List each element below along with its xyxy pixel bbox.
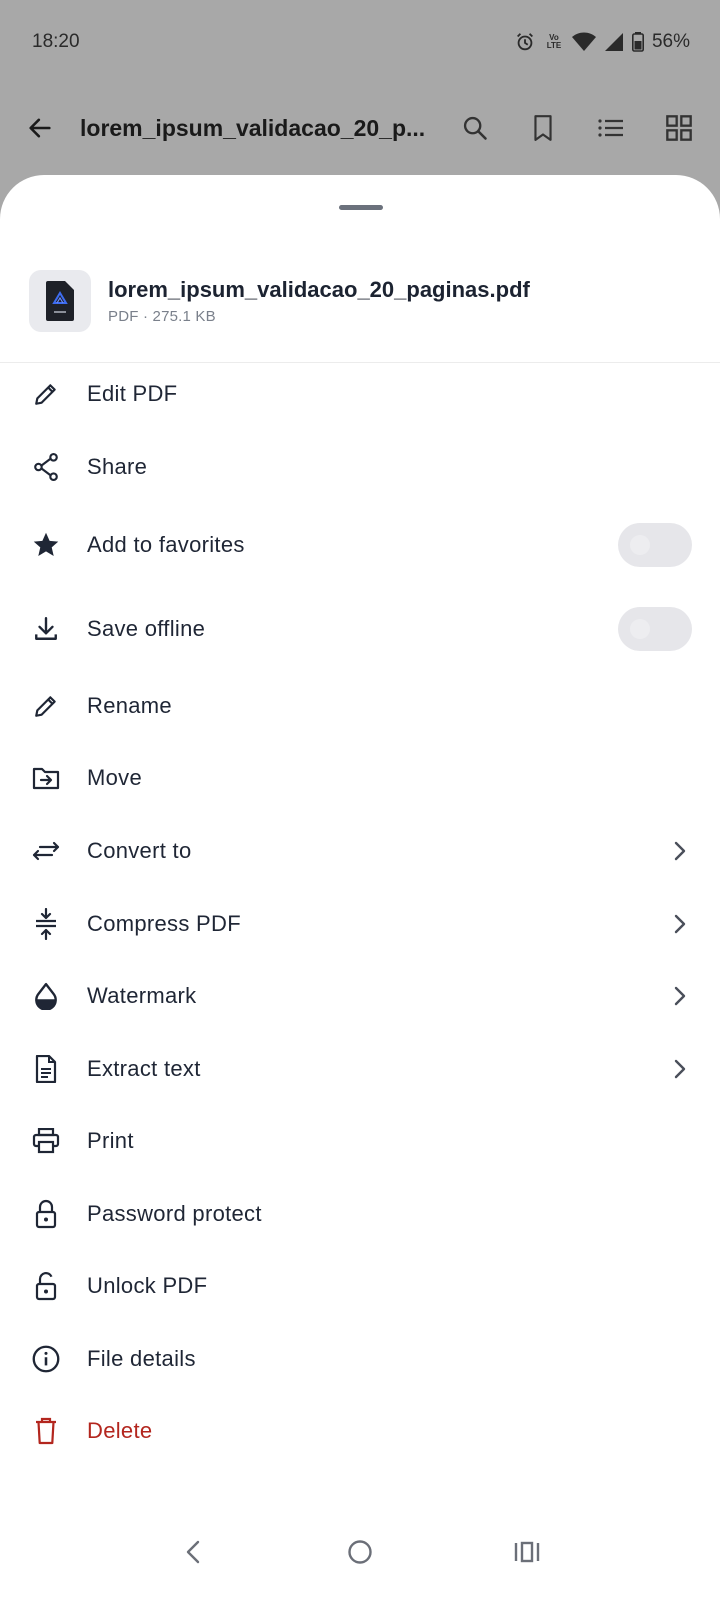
- list-icon[interactable]: [590, 107, 632, 149]
- menu-item-unlock-pdf[interactable]: Unlock PDF: [0, 1254, 720, 1318]
- star-icon: [31, 530, 61, 560]
- share-icon: [31, 452, 61, 482]
- menu-item-label: Delete: [87, 1418, 153, 1443]
- folder-move-icon: [31, 763, 61, 793]
- status-icons: Vo LTE 56%: [514, 31, 690, 53]
- toggle-knob: [630, 619, 650, 639]
- menu-item-rename[interactable]: Rename: [0, 674, 720, 738]
- menu-item-move[interactable]: Move: [0, 746, 720, 810]
- menu-item-save-offline[interactable]: Save offline: [0, 597, 720, 661]
- file-name: lorem_ipsum_validacao_20_paginas.pdf: [108, 277, 530, 302]
- favorites-toggle[interactable]: [618, 523, 692, 567]
- alarm-icon: [514, 31, 536, 53]
- grid-icon[interactable]: [658, 107, 700, 149]
- lock-icon: [31, 1199, 61, 1229]
- menu-item-extract-text[interactable]: Extract text: [0, 1037, 720, 1101]
- menu-item-label: File details: [87, 1346, 196, 1371]
- menu-item-share[interactable]: Share: [0, 435, 720, 499]
- battery-percent: 56%: [651, 31, 690, 52]
- menu-item-label: Rename: [87, 693, 172, 718]
- app-bar-actions: [454, 107, 700, 149]
- menu-item-delete[interactable]: Delete: [0, 1399, 720, 1463]
- menu-item-compress-pdf[interactable]: Compress PDF: [0, 892, 720, 956]
- menu-item-add-to-favorites[interactable]: Add to favorites: [0, 513, 720, 577]
- pdf-file-icon: [29, 270, 91, 332]
- menu-item-label: Share: [87, 454, 148, 479]
- bookmark-icon[interactable]: [522, 107, 564, 149]
- bottom-sheet: lorem_ipsum_validacao_20_paginas.pdf PDF…: [0, 175, 720, 1600]
- menu-item-label: Add to favorites: [87, 532, 245, 557]
- menu-item-label: Watermark: [87, 983, 197, 1008]
- status-bar: 18:20 Vo LTE 56%: [0, 0, 720, 84]
- menu-item-label: Convert to: [87, 838, 192, 863]
- app-bar: lorem_ipsum_validacao_20_p...: [0, 84, 720, 172]
- menu-item-label: Extract text: [87, 1056, 201, 1081]
- chevron-right-icon: [668, 912, 692, 936]
- drag-handle[interactable]: [339, 205, 383, 210]
- page-title: lorem_ipsum_validacao_20_p...: [80, 114, 426, 141]
- chevron-right-icon: [668, 984, 692, 1008]
- info-icon: [31, 1344, 61, 1374]
- nav-recents-icon[interactable]: [507, 1532, 547, 1572]
- menu-item-label: Compress PDF: [87, 911, 241, 936]
- swap-arrows-icon: [31, 836, 61, 866]
- menu-item-label: Save offline: [87, 616, 206, 641]
- file-info: lorem_ipsum_validacao_20_paginas.pdf PDF…: [108, 277, 530, 325]
- wifi-icon: [571, 32, 596, 52]
- chevron-right-icon: [668, 839, 692, 863]
- chevron-right-icon: [668, 1057, 692, 1081]
- system-nav-bar: [0, 1504, 720, 1600]
- menu-item-print[interactable]: Print: [0, 1109, 720, 1173]
- printer-icon: [31, 1126, 61, 1156]
- menu-item-convert-to[interactable]: Convert to: [0, 819, 720, 883]
- menu-item-label: Move: [87, 765, 142, 790]
- download-icon: [31, 614, 61, 644]
- lte-label: LTE: [546, 41, 562, 50]
- pencil-icon: [31, 691, 61, 721]
- save-offline-toggle[interactable]: [618, 607, 692, 651]
- volte-icon: Vo LTE: [544, 34, 564, 50]
- menu-item-file-details[interactable]: File details: [0, 1327, 720, 1391]
- menu-item-label: Print: [87, 1128, 134, 1153]
- trash-icon: [31, 1416, 61, 1446]
- nav-home-icon[interactable]: [340, 1532, 380, 1572]
- nav-back-icon[interactable]: [173, 1532, 213, 1572]
- menu-item-label: Password protect: [87, 1201, 262, 1226]
- toggle-knob: [630, 535, 650, 555]
- status-time: 18:20: [32, 31, 80, 52]
- search-icon[interactable]: [454, 107, 496, 149]
- menu-item-password-protect[interactable]: Password protect: [0, 1182, 720, 1246]
- menu-item-watermark[interactable]: Watermark: [0, 964, 720, 1028]
- pencil-icon: [31, 379, 61, 409]
- file-header: lorem_ipsum_validacao_20_paginas.pdf PDF…: [29, 270, 700, 332]
- compress-icon: [31, 908, 61, 940]
- battery-icon: [631, 32, 644, 52]
- drop-icon: [31, 981, 61, 1011]
- back-arrow-icon[interactable]: [20, 108, 60, 148]
- file-meta: PDF · 275.1 KB: [108, 308, 216, 325]
- unlock-icon: [31, 1271, 61, 1301]
- menu-item-edit-pdf[interactable]: Edit PDF: [0, 362, 720, 426]
- document-text-icon: [31, 1054, 61, 1084]
- signal-icon: [604, 32, 624, 52]
- menu-item-label: Unlock PDF: [87, 1273, 208, 1298]
- menu-item-label: Edit PDF: [87, 381, 178, 406]
